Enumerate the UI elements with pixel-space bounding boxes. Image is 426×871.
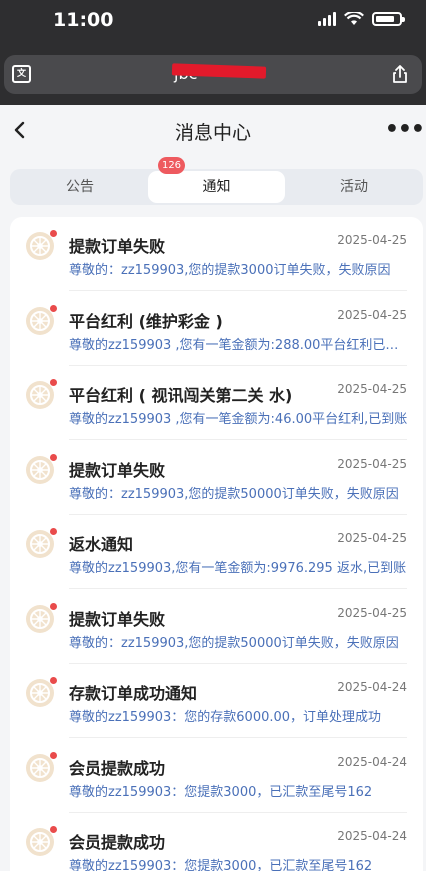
unread-dot [50,751,57,759]
message-item[interactable]: 会员提款成功 2025-04-24 尊敬的zz159903：您提款3000，已汇款至… [10,739,423,813]
message-date: 2025-04-24 [337,680,407,694]
message-title: 提款订单失败 [69,237,166,256]
app-header: 消息中心 ••• [0,105,426,157]
message-item[interactable]: 提款订单失败 2025-04-25 尊敬的：zz159903,您的提款50000订单… [10,590,423,664]
unread-dot [50,304,57,312]
tab-activities[interactable]: 活动 [285,169,423,205]
message-avatar-icon [26,828,54,856]
message-list: 提款订单失败 2025-04-25 尊敬的：zz159903,您的提款3000订单失… [10,217,423,871]
message-title: 平台红利 (维护彩金 ) [69,311,223,331]
share-icon[interactable] [390,64,410,84]
message-preview: 尊敬的zz159903：您提款3000，已汇款至尾号162 [69,859,373,871]
message-date: 2025-04-25 [337,605,407,620]
message-date: 2025-04-24 [337,829,407,843]
message-date: 2025-04-25 [337,307,407,322]
message-preview: 尊敬的zz159903 ,您有一笔金额为:288.00平台红利已到账 [69,337,409,353]
message-preview: 尊敬的：zz159903,您的提款3000订单失败，失败原因 [69,263,391,278]
message-preview: 尊敬的：zz159903,您的提款50000订单失败，失败原因 [69,635,399,651]
message-preview: 尊敬的zz159903,您有一笔金额为:9976.295 返水,已到账 [69,561,407,576]
message-avatar-icon [26,679,54,707]
message-item[interactable]: 平台红利 ( 视讯闯关第二关 水) 2025-04-25 尊敬的zz159903 ,… [10,366,423,440]
message-title: 会员提款成功 [69,833,166,852]
message-avatar-icon [26,381,54,409]
message-item[interactable]: 存款订单成功通知 2025-04-24 尊敬的zz159903：您的存款6000.0… [10,664,423,738]
status-time: 11:00 [53,9,114,31]
message-title: 返水通知 [69,535,134,554]
unread-dot [50,379,57,386]
message-item[interactable]: 平台红利 (维护彩金 ) 2025-04-25 尊敬的zz159903 ,您有一笔金… [10,292,423,366]
translate-icon[interactable]: 文 [12,65,31,83]
message-date: 2025-04-25 [337,233,407,247]
message-title: 平台红利 ( 视讯闯关第二关 水) [69,386,293,405]
message-preview: 尊敬的：zz159903,您的提款50000订单失败，失败原因 [69,486,399,502]
unread-dot [50,230,57,237]
signal-icon [318,12,336,26]
message-date: 2025-04-25 [337,382,407,396]
message-title: 提款订单失败 [69,609,166,629]
tab-notifications[interactable]: 通知 [148,171,285,203]
address-bar[interactable]: 文 jbc [4,55,422,94]
message-preview: 尊敬的zz159903 ,您有一笔金额为:46.00平台红利,已到账 [69,412,408,427]
unread-dot [50,453,57,461]
more-icon[interactable]: ••• [385,117,425,142]
message-date: 2025-04-25 [337,456,407,471]
message-avatar-icon [26,530,54,558]
unread-dot [50,602,57,610]
message-preview: 尊敬的zz159903：您提款3000，已汇款至尾号162 [69,784,373,800]
page-title: 消息中心 [174,122,251,144]
wifi-icon [344,12,364,25]
message-title: 提款订单失败 [69,460,166,480]
status-icons [318,12,405,26]
message-preview: 尊敬的zz159903：您的存款6000.00，订单处理成功 [69,710,382,725]
message-item[interactable]: 返水通知 2025-04-25 尊敬的zz159903,您有一笔金额为:9976.2… [10,515,423,589]
message-item[interactable]: 提款订单失败 2025-04-25 尊敬的：zz159903,您的提款50000订单… [10,441,423,515]
message-item[interactable]: 提款订单失败 2025-04-25 尊敬的：zz159903,您的提款3000订单失… [10,217,423,291]
unread-dot [50,528,57,535]
message-avatar-icon [26,232,54,260]
message-title: 会员提款成功 [69,758,166,778]
browser-chrome: 11:00 文 jbc [0,0,426,105]
notification-count-badge: 126 [158,157,185,174]
message-date: 2025-04-25 [337,531,407,545]
unread-dot [50,677,57,684]
tab-announcements[interactable]: 公告 [10,169,150,205]
battery-icon [372,12,405,26]
message-title: 存款订单成功通知 [69,684,198,703]
tab-bar: 公告 通知 活动 [10,169,423,205]
message-date: 2025-04-24 [337,754,407,769]
message-item[interactable]: 会员提款成功 2025-04-24 尊敬的zz159903：您提款3000，已汇款至… [10,813,423,871]
unread-dot [50,826,57,833]
